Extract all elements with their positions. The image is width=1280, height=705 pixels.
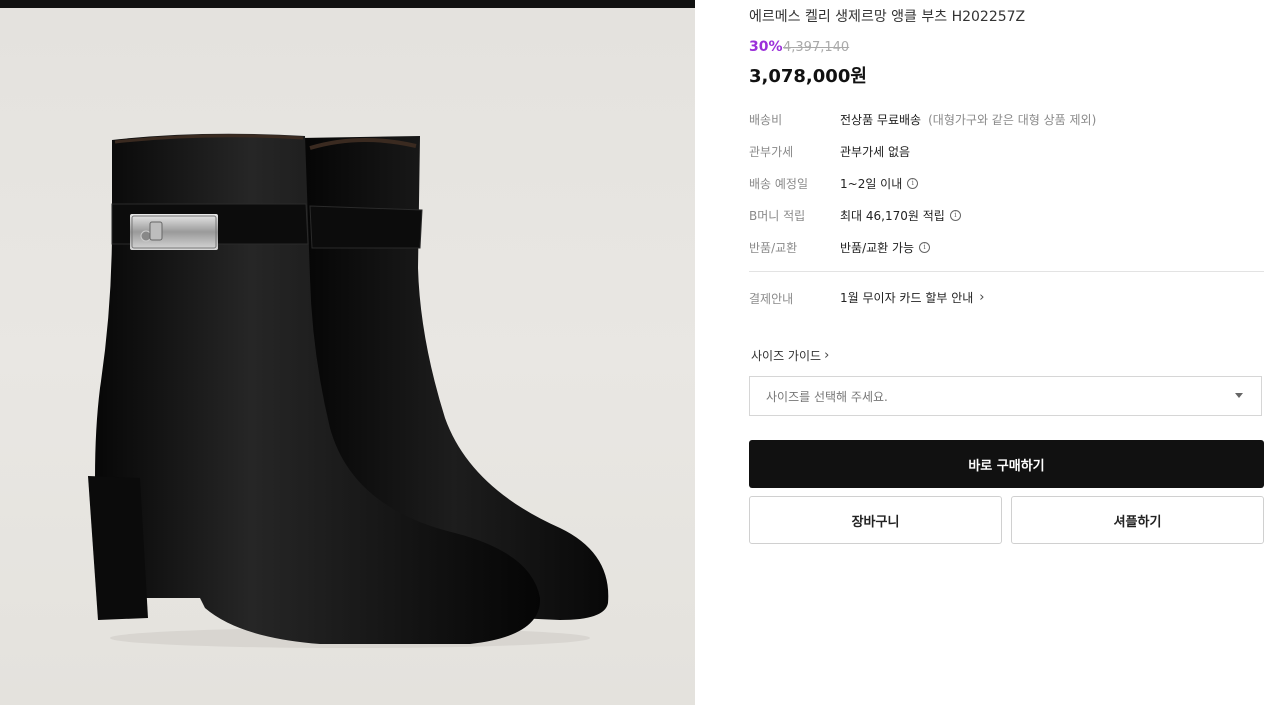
info-circle-icon[interactable]: i: [949, 210, 961, 221]
customs-value-text: 관부가세 없음: [840, 145, 911, 159]
share-button[interactable]: 셔플하기: [1011, 496, 1264, 544]
product-title: 에르메스 켈리 생제르망 앵클 부츠 H202257Z: [749, 9, 1026, 25]
size-select-placeholder: 사이즈를 선택해 주세요.: [766, 389, 888, 404]
customs-value: 관부가세 없음: [840, 143, 910, 160]
returns-value-text: 반품/교환 가능: [840, 241, 915, 255]
top-bar: [0, 0, 695, 8]
payment-label: 결제안내: [749, 292, 794, 306]
sale-price: 3,078,000원: [749, 66, 867, 87]
info-circle-icon[interactable]: i: [919, 242, 931, 253]
chevron-right-icon: ›: [824, 348, 830, 363]
divider: [749, 271, 1264, 272]
customs-label: 관부가세: [749, 145, 794, 159]
shipping-value: 전상품 무료배송 (대형가구와 같은 대형 상품 제외): [840, 111, 1096, 128]
shipping-note: (대형가구와 같은 대형 상품 제외): [928, 113, 1097, 127]
cart-button[interactable]: 장바구니: [749, 496, 1002, 544]
points-label: B머니 적립: [749, 209, 806, 223]
returns-value: 반품/교환 가능 i: [840, 239, 931, 256]
payment-installment-link[interactable]: 1월 무이자 카드 할부 안내 ›: [840, 289, 985, 306]
points-value: 최대 46,170원 적립 i: [840, 207, 961, 224]
size-guide-link[interactable]: 사이즈 가이드 ›: [751, 347, 829, 364]
payment-value-text: 1월 무이자 카드 할부 안내: [840, 291, 974, 305]
original-price: 4,397,140: [783, 40, 850, 55]
shipping-label: 배송비: [749, 113, 783, 127]
points-value-text: 최대 46,170원 적립: [840, 209, 945, 223]
buy-now-button[interactable]: 바로 구매하기: [749, 440, 1264, 488]
info-circle-icon[interactable]: i: [907, 178, 919, 189]
returns-label: 반품/교환: [749, 241, 798, 255]
chevron-right-icon: ›: [979, 290, 985, 305]
caret-down-icon: [1235, 393, 1243, 398]
product-image: [0, 8, 695, 705]
size-select[interactable]: 사이즈를 선택해 주세요.: [749, 376, 1262, 416]
ankle-boots-illustration: [88, 133, 609, 648]
shipping-value-text: 전상품 무료배송: [840, 113, 922, 127]
size-guide-label: 사이즈 가이드: [751, 349, 822, 363]
delivery-value-text: 1~2일 이내: [840, 177, 903, 191]
delivery-value: 1~2일 이내 i: [840, 175, 919, 192]
discount-rate: 30%: [749, 39, 783, 55]
delivery-label: 배송 예정일: [749, 177, 809, 191]
